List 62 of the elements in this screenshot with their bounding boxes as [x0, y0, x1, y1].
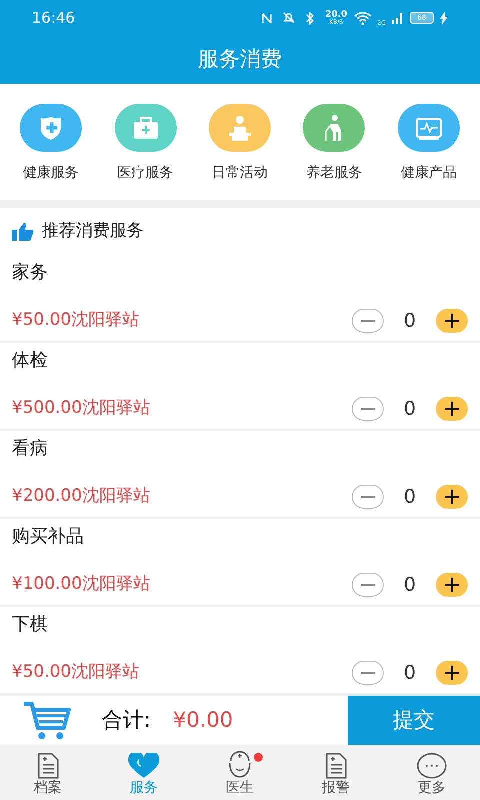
plus-icon [445, 402, 459, 416]
plus-icon [445, 314, 459, 328]
service-price: ¥50.00沈阳驿站 [12, 309, 140, 332]
service-name: 家务 [12, 261, 49, 285]
nfc-icon [261, 12, 274, 24]
cart-icon[interactable] [22, 700, 74, 740]
category-label[interactable]: 健康产品 [400, 163, 457, 184]
category-label[interactable]: 日常活动 [212, 163, 268, 184]
decrease-button[interactable] [352, 485, 384, 509]
decrease-button[interactable] [352, 661, 384, 685]
minus-icon [361, 496, 375, 498]
decrease-button[interactable] [352, 397, 384, 421]
signal-icon [392, 12, 404, 24]
section-title: 推荐消费服务 [42, 220, 144, 243]
category-label[interactable]: 医疗服务 [118, 163, 174, 184]
minus-icon [361, 408, 375, 410]
minus-icon [361, 672, 375, 674]
plus-icon [445, 666, 459, 680]
service-price: ¥500.00沈阳驿站 [12, 397, 150, 420]
plus-icon [445, 490, 459, 504]
service-name: 看病 [12, 437, 49, 461]
elder-with-cane-icon[interactable] [303, 104, 366, 152]
wifi-icon [354, 12, 372, 24]
heart-icon [127, 753, 161, 779]
decrease-button[interactable] [352, 309, 384, 333]
category-label[interactable]: 养老服务 [306, 163, 362, 184]
heart-monitor-icon[interactable] [398, 104, 460, 152]
increase-button[interactable] [436, 573, 468, 597]
quantity: 0 [402, 308, 418, 334]
quantity: 0 [402, 396, 418, 422]
nav-tab[interactable]: 档案 [0, 745, 96, 800]
increase-button[interactable] [436, 397, 468, 421]
service-name: 体检 [12, 349, 49, 373]
total-label: 合计: [102, 706, 152, 734]
shield-plus-icon[interactable] [20, 104, 82, 152]
service-name: 购买补品 [12, 525, 85, 549]
increase-button[interactable] [436, 309, 468, 333]
minus-icon [361, 584, 375, 586]
minus-icon [361, 320, 375, 322]
service-price: ¥100.00沈阳驿站 [12, 573, 150, 596]
nav-tab[interactable]: 报警 [288, 745, 384, 800]
category-label[interactable]: 健康服务 [23, 163, 80, 184]
nav-tab[interactable]: 医生 [192, 745, 288, 800]
increase-button[interactable] [436, 485, 468, 509]
page-title: 服务消费 [198, 46, 282, 74]
status-time: 16:46 [32, 8, 76, 29]
medical-kit-icon[interactable] [114, 104, 177, 152]
net-speed: 20.0 [325, 10, 348, 20]
quantity: 0 [402, 572, 418, 598]
increase-button[interactable] [436, 661, 468, 685]
quantity: 0 [402, 660, 418, 686]
service-price: ¥50.00沈阳驿站 [12, 661, 140, 684]
plus-icon [445, 578, 459, 592]
service-price: ¥200.00沈阳驿站 [12, 485, 150, 508]
nav-tab[interactable]: 更多 [384, 745, 480, 800]
total-amount: ¥0.00 [173, 706, 234, 734]
charging-icon [440, 12, 448, 24]
decrease-button[interactable] [352, 573, 384, 597]
service-name: 下棋 [12, 613, 49, 637]
thumbs-up-icon [12, 222, 34, 240]
more-icon [417, 753, 447, 779]
quantity: 0 [402, 484, 418, 510]
